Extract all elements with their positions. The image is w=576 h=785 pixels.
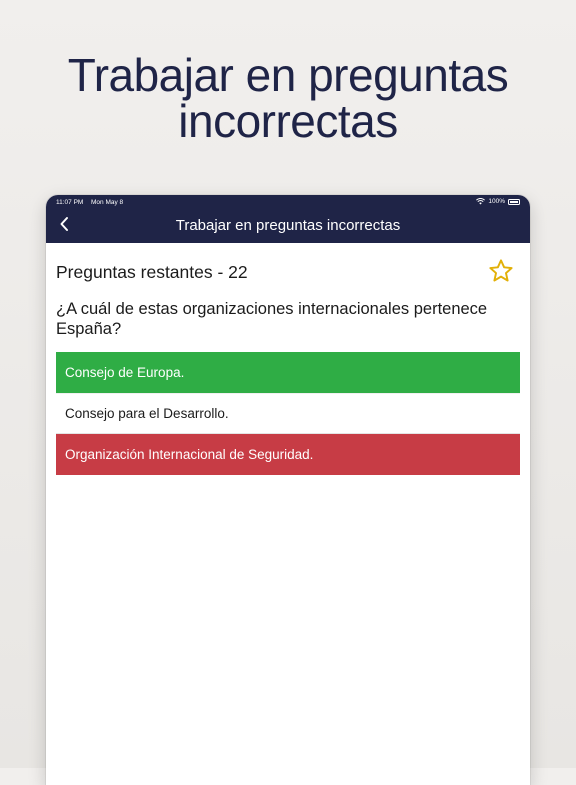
answer-list: Consejo de Europa. Consejo para el Desar… <box>56 352 520 475</box>
tablet-screen: 11:07 PM Mon May 8 100% Trabajar en preg… <box>46 195 530 785</box>
answer-text: Organización Internacional de Seguridad. <box>65 447 314 462</box>
status-indicators: 100% <box>476 198 520 205</box>
battery-icon <box>508 198 520 205</box>
nav-bar: Trabajar en preguntas incorrectas <box>46 211 530 241</box>
answer-option-correct[interactable]: Consejo de Europa. <box>56 352 520 393</box>
quiz-content: Preguntas restantes - 22 ¿A cuál de esta… <box>56 243 520 475</box>
answer-text: Consejo de Europa. <box>65 365 185 380</box>
remaining-row: Preguntas restantes - 22 <box>56 243 520 301</box>
promo-headline-line-1: Trabajar en preguntas <box>67 49 509 101</box>
status-time: 11:07 PM <box>56 199 84 206</box>
question-text: ¿A cuál de estas organizaciones internac… <box>56 300 488 338</box>
answer-text: Consejo para el Desarrollo. <box>65 406 229 421</box>
star-outline-icon <box>488 259 514 288</box>
status-date: Mon May 8 <box>91 199 124 206</box>
answer-option[interactable]: Consejo para el Desarrollo. <box>56 393 520 434</box>
favorite-button[interactable] <box>488 258 514 284</box>
wifi-icon <box>476 198 486 205</box>
promo-headline: Trabajar en preguntas incorrectas <box>0 52 576 144</box>
remaining-count-label: Preguntas restantes - 22 <box>56 262 248 282</box>
promo-headline-line-2: incorrectas <box>178 95 398 147</box>
battery-percent: 100% <box>488 198 505 205</box>
app-header: 11:07 PM Mon May 8 100% Trabajar en preg… <box>46 195 530 243</box>
answer-option-wrong[interactable]: Organización Internacional de Seguridad. <box>56 434 520 475</box>
status-bar: 11:07 PM Mon May 8 100% <box>46 195 530 209</box>
page-title: Trabajar en preguntas incorrectas <box>175 217 401 234</box>
